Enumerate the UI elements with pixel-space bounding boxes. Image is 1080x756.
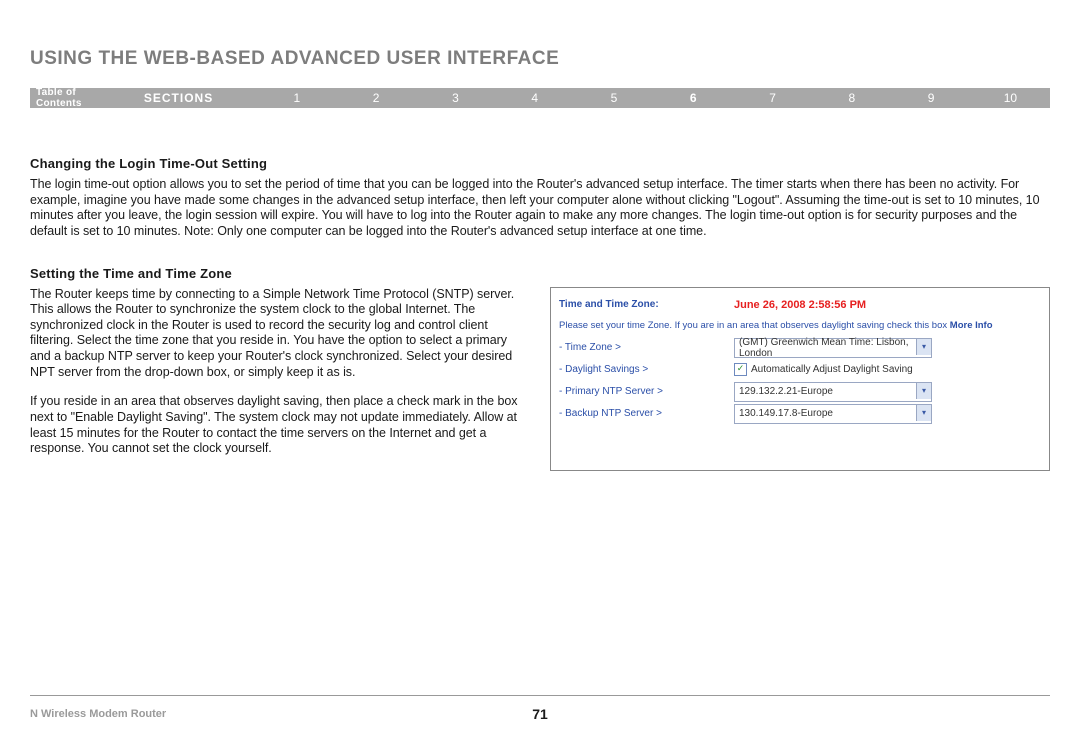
- ds-checkbox-label: Automatically Adjust Daylight Saving: [751, 364, 913, 375]
- panel-title: Time and Time Zone:: [559, 299, 734, 310]
- ds-label: - Daylight Savings >: [559, 364, 734, 375]
- panel-datetime: June 26, 2008 2:58:56 PM: [734, 299, 866, 311]
- chevron-down-icon: ▾: [916, 383, 931, 399]
- nav-section-10[interactable]: 10: [971, 91, 1050, 105]
- nav-section-4[interactable]: 4: [495, 91, 574, 105]
- nav-section-2[interactable]: 2: [336, 91, 415, 105]
- nav-section-7[interactable]: 7: [733, 91, 812, 105]
- page-number: 71: [532, 706, 548, 722]
- primary-ntp-label: - Primary NTP Server >: [559, 386, 734, 397]
- tz-select[interactable]: (GMT) Greenwich Mean Time: Lisbon, Londo…: [734, 338, 932, 358]
- chevron-down-icon: ▾: [916, 339, 931, 355]
- nav-section-9[interactable]: 9: [891, 91, 970, 105]
- ds-checkbox[interactable]: ✓: [734, 363, 747, 376]
- nav-section-8[interactable]: 8: [812, 91, 891, 105]
- page-title: USING THE WEB-BASED ADVANCED USER INTERF…: [30, 48, 1050, 70]
- backup-ntp-label: - Backup NTP Server >: [559, 408, 734, 419]
- para-time-1: The Router keeps time by connecting to a…: [30, 287, 520, 381]
- tz-select-value: (GMT) Greenwich Mean Time: Lisbon, Londo…: [739, 337, 927, 359]
- para-time-2: If you reside in an area that observes d…: [30, 394, 520, 457]
- backup-ntp-select[interactable]: 130.149.17.8-Europe ▾: [734, 404, 932, 424]
- nav-section-6[interactable]: 6: [654, 91, 733, 105]
- nav-sections-label: SECTIONS: [144, 91, 257, 105]
- footer-product: N Wireless Modem Router: [30, 708, 166, 720]
- heading-time-zone: Setting the Time and Time Zone: [30, 266, 1050, 281]
- tz-label: - Time Zone >: [559, 342, 734, 353]
- footer: N Wireless Modem Router 71: [30, 708, 1050, 720]
- panel-instruction-text: Please set your time Zone. If you are in…: [559, 320, 950, 331]
- section-nav: Table of Contents SECTIONS 1 2 3 4 5 6 7…: [30, 88, 1050, 108]
- backup-ntp-value: 130.149.17.8-Europe: [739, 408, 833, 419]
- time-zone-panel: Time and Time Zone: June 26, 2008 2:58:5…: [550, 287, 1050, 471]
- nav-section-3[interactable]: 3: [416, 91, 495, 105]
- chevron-down-icon: ▾: [916, 405, 931, 421]
- nav-section-1[interactable]: 1: [257, 91, 336, 105]
- primary-ntp-value: 129.132.2.21-Europe: [739, 386, 833, 397]
- heading-login-timeout: Changing the Login Time-Out Setting: [30, 156, 1050, 171]
- panel-instruction: Please set your time Zone. If you are in…: [559, 316, 1041, 337]
- primary-ntp-select[interactable]: 129.132.2.21-Europe ▾: [734, 382, 932, 402]
- para-login-timeout: The login time-out option allows you to …: [30, 177, 1050, 240]
- footer-divider: [30, 695, 1050, 696]
- more-info-link[interactable]: More Info: [950, 320, 993, 331]
- nav-section-5[interactable]: 5: [574, 91, 653, 105]
- nav-toc[interactable]: Table of Contents: [30, 87, 144, 109]
